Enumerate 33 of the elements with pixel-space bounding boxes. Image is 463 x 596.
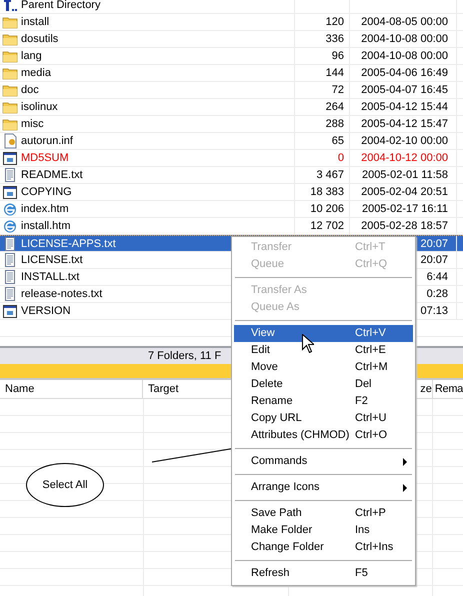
file-date: 2005-02-28 18:57 [361, 220, 448, 232]
file-size: 264 [326, 101, 344, 113]
file-date: 20:07 [420, 238, 448, 250]
file-size: 12 702 [310, 220, 344, 232]
callout-label: Select All [42, 479, 88, 491]
file-date: 2004-10-12 00:00 [361, 152, 448, 164]
file-size: 18 383 [310, 186, 344, 198]
status-text: 7 Folders, 11 F [148, 350, 222, 362]
file-date: 2005-04-07 16:45 [361, 84, 448, 96]
file-size: 336 [326, 33, 344, 45]
file-date: 2004-02-10 00:00 [361, 135, 448, 147]
file-size: 65 [332, 135, 344, 147]
file-date: 2005-04-12 15:44 [361, 101, 448, 113]
file-date: 2004-10-08 00:00 [361, 33, 448, 45]
file-date: 2005-02-04 20:51 [361, 186, 448, 198]
file-size: 0 [338, 152, 344, 164]
file-date: 20:07 [420, 254, 448, 266]
file-date: 0:28 [426, 288, 448, 300]
file-date: 2004-10-08 00:00 [361, 50, 448, 62]
file-date: 6:44 [426, 271, 448, 283]
file-size: 288 [326, 118, 344, 130]
file-date: 2005-04-12 15:47 [361, 118, 448, 130]
file-size: 3 467 [316, 169, 344, 181]
file-size: 120 [326, 16, 344, 28]
file-size: 144 [326, 67, 344, 79]
file-size: 10 206 [310, 203, 344, 215]
file-size: 96 [332, 50, 344, 62]
file-date: 2005-04-06 16:49 [361, 67, 448, 79]
file-date: 07:13 [420, 305, 448, 317]
file-date: 2005-02-17 16:11 [362, 203, 448, 215]
file-date: 2005-02-01 11:58 [362, 169, 448, 181]
file-date: 2004-08-05 00:00 [361, 16, 448, 28]
file-size: 72 [332, 84, 344, 96]
